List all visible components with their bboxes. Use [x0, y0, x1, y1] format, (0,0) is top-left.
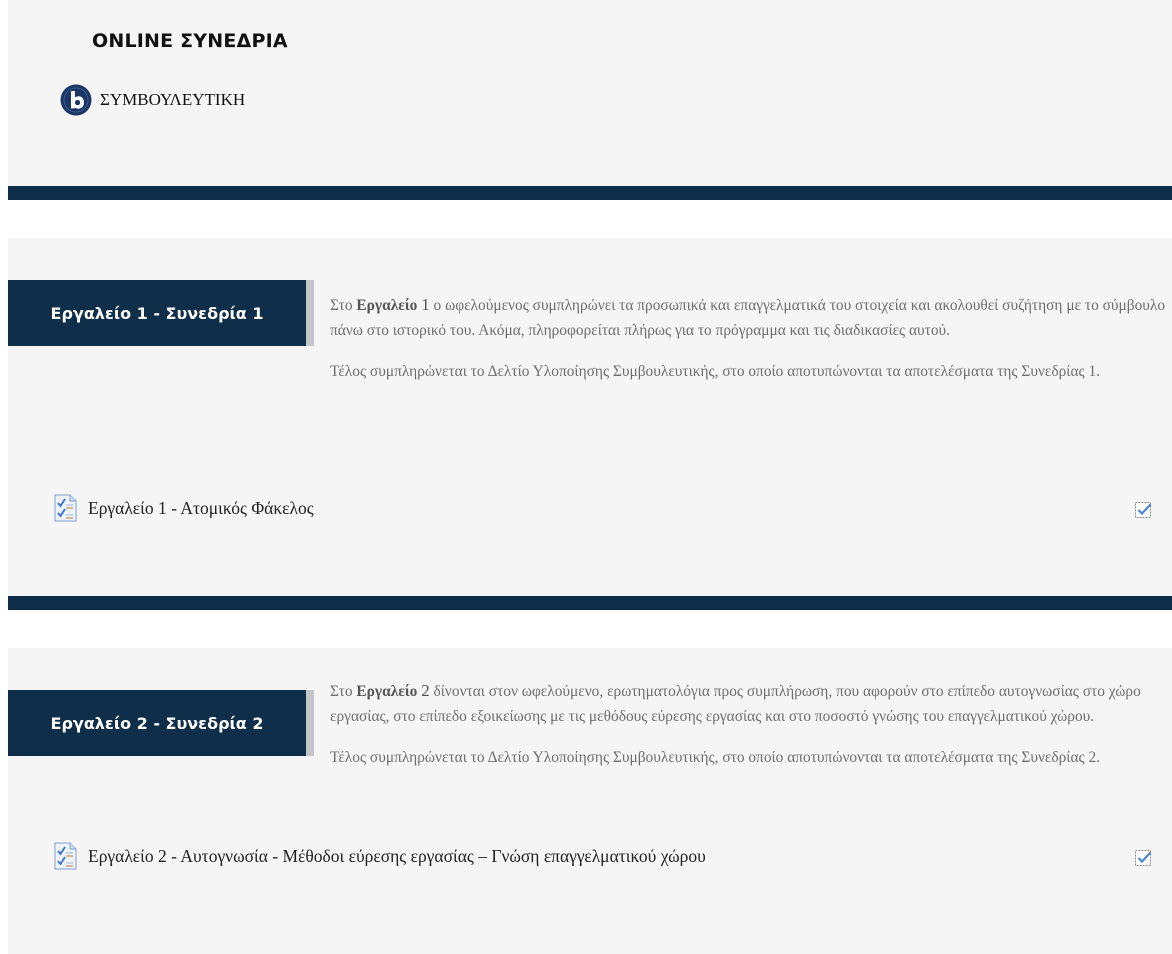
section-title: ONLINE ΣΥΝΕΔΡΙΑ: [92, 30, 288, 52]
tool-2-description: Στο Εργαλείο 2 δίνονται στον ωφελούμενο,…: [330, 678, 1170, 770]
tool-2-paragraph-2: Τέλος συμπληρώνεται το Δελτίο Υλοποίησης…: [330, 749, 1100, 766]
tool-2-paragraph-1: Στο Εργαλείο 2 δίνονται στον ωφελούμενο,…: [330, 678, 1170, 729]
section-divider: [8, 186, 1172, 200]
tool-2-activity-label: Εργαλείο 2 - Αυτογνωσία - Μέθοδοι εύρεση…: [88, 845, 706, 866]
tool-1-activity-label: Εργαλείο 1 - Ατομικός Φάκελος: [88, 497, 314, 518]
tool-2-banner-label: Εργαλείο 2 - Συνεδρία 2: [50, 713, 264, 733]
checkbox-checked-icon[interactable]: [1134, 848, 1154, 868]
tool-1-banner: Εργαλείο 1 - Συνεδρία 1: [8, 280, 314, 346]
checkbox-checked-icon[interactable]: [1134, 500, 1154, 520]
bbb-activity-link[interactable]: ΣΥΜΒΟΥΛΕΥΤΙΚΗ: [60, 84, 245, 116]
tool-1-paragraph-1: Στο Εργαλείο 1 ο ωφελούμενος συμπληρώνει…: [330, 292, 1170, 343]
tool-2-para-rest: δίνονται στον ωφελούμενο, ερωτηματολόγια…: [330, 683, 1141, 725]
tool-2-section: Εργαλείο 2 - Συνεδρία 2 Στο Εργαλείο 2 δ…: [8, 648, 1172, 954]
tool-1-para-bold: Εργαλείο: [356, 297, 418, 314]
tool-2-para-prefix: Στο: [330, 683, 357, 700]
tool-1-section: Εργαλείο 1 - Συνεδρία 1 Στο Εργαλείο 1 ο…: [8, 238, 1172, 596]
quiz-icon: [54, 494, 77, 522]
tool-1-para-prefix: Στο: [330, 297, 357, 314]
tool-1-paragraph-2: Τέλος συμπληρώνεται το Δελτίο Υλοποίησης…: [330, 363, 1100, 380]
bigbluebutton-icon: [60, 84, 92, 116]
quiz-icon: [54, 842, 77, 870]
tool-1-activity-link[interactable]: Εργαλείο 1 - Ατομικός Φάκελος: [52, 494, 314, 522]
section-divider: [8, 596, 1172, 610]
tool-1-banner-label: Εργαλείο 1 - Συνεδρία 1: [50, 303, 264, 323]
tool-1-para-rest: ο ωφελούμενος συμπληρώνει τα προσωπικά κ…: [330, 297, 1166, 339]
tool-2-para-number: 2: [421, 681, 430, 700]
tool-1-description: Στο Εργαλείο 1 ο ωφελούμενος συμπληρώνει…: [330, 292, 1170, 384]
tool-2-activity-link[interactable]: Εργαλείο 2 - Αυτογνωσία - Μέθοδοι εύρεση…: [52, 842, 706, 870]
tool-2-banner: Εργαλείο 2 - Συνεδρία 2: [8, 690, 314, 756]
bbb-activity-label: ΣΥΜΒΟΥΛΕΥΤΙΚΗ: [100, 90, 246, 109]
online-session-section: ONLINE ΣΥΝΕΔΡΙΑ ΣΥΜΒΟΥΛΕΥΤΙΚΗ: [8, 0, 1172, 186]
tool-1-para-number: 1: [421, 295, 430, 314]
tool-2-para-bold: Εργαλείο: [356, 683, 418, 700]
